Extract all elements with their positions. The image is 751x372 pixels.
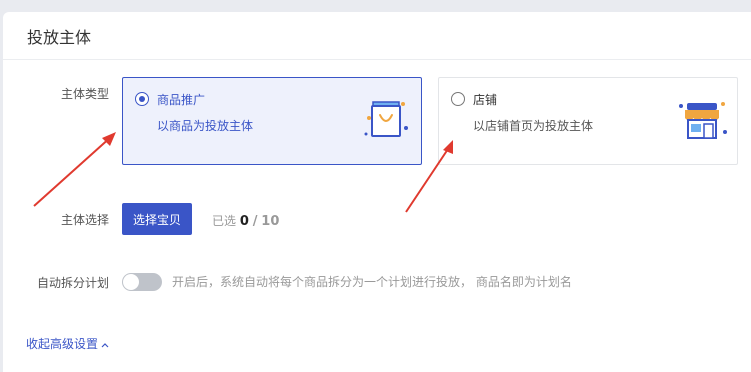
auto-split-hint: 开启后，系统自动将每个商品拆分为一个计划进行投放， 商品名即为计划名	[172, 275, 572, 289]
option-title: 商品推广	[157, 93, 206, 107]
storefront-icon	[675, 96, 729, 150]
annotation-arrow-right	[405, 140, 453, 213]
option-desc: 以店铺首页为投放主体	[473, 119, 594, 133]
collapse-advanced-label: 收起高级设置	[26, 337, 99, 351]
option-desc: 以商品为投放主体	[157, 119, 254, 133]
auto-split-label: 自动拆分计划	[37, 276, 110, 290]
card-title: 投放主体	[27, 27, 92, 47]
select-item-button[interactable]: 选择宝贝	[122, 203, 192, 235]
subject-type-label: 主体类型	[61, 87, 110, 101]
subject-select-label: 主体选择	[61, 213, 110, 227]
selected-prefix: 已选	[212, 214, 237, 228]
radio-product-promotion[interactable]	[135, 92, 149, 106]
selected-count: 已选 0 / 10	[212, 212, 279, 229]
option-product-promotion[interactable]: 商品推广 以商品为投放主体	[122, 77, 422, 165]
count-separator: /	[252, 214, 258, 229]
chevron-up-icon	[101, 337, 109, 351]
collapse-advanced-link[interactable]: 收起高级设置	[26, 335, 109, 352]
radio-store[interactable]	[451, 92, 465, 106]
option-title: 店铺	[473, 93, 498, 107]
total-value: 10	[261, 214, 280, 229]
auto-split-toggle[interactable]	[122, 273, 162, 291]
selected-value: 0	[239, 214, 249, 229]
card-header: 投放主体	[3, 12, 751, 60]
toggle-knob	[123, 274, 139, 290]
option-store[interactable]: 店铺 以店铺首页为投放主体	[438, 77, 738, 165]
annotation-arrow-left	[33, 132, 116, 207]
